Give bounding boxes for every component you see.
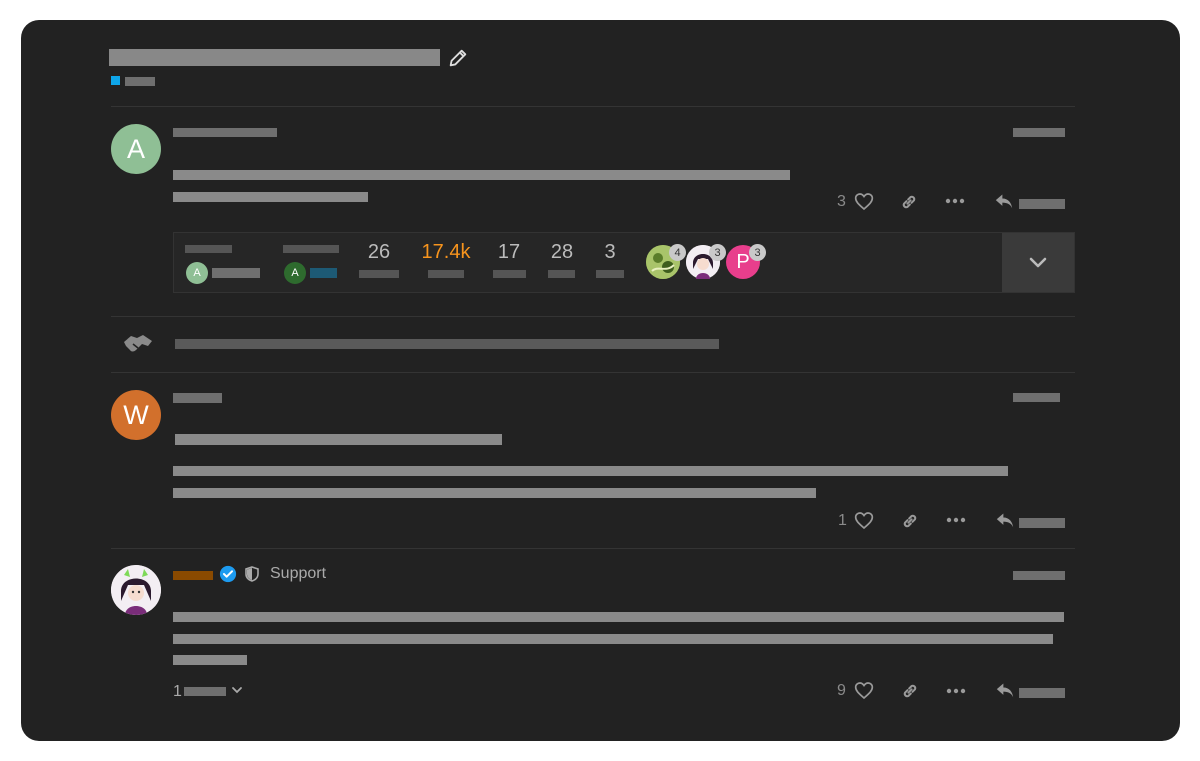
chevron-down-icon[interactable] (231, 686, 243, 695)
header-divider (111, 106, 1075, 107)
post-divider (111, 316, 1075, 317)
post-username[interactable] (173, 128, 277, 137)
chevron-down-icon (1029, 257, 1047, 267)
replies-count[interactable]: 1 (173, 683, 182, 701)
post-date[interactable] (1013, 128, 1065, 137)
like-count[interactable]: 1 (838, 512, 847, 530)
avatar[interactable]: A (111, 124, 161, 174)
post-body-line (173, 655, 247, 665)
links-count: 3 (604, 241, 616, 263)
last-reply-date (310, 268, 337, 278)
more-icon[interactable] (946, 686, 966, 696)
replies-label (359, 270, 399, 278)
post-username[interactable] (173, 393, 222, 403)
category-badge-square[interactable] (111, 76, 120, 85)
avatar-letter: A (126, 133, 145, 164)
post-body-line (173, 612, 1064, 622)
heart-icon[interactable] (854, 681, 874, 700)
post-divider (111, 548, 1075, 549)
post-body-line (173, 466, 1008, 476)
views-count: 17.4k (421, 241, 471, 263)
post-body-line (173, 488, 816, 498)
users-label (493, 270, 526, 278)
post-divider (111, 372, 1075, 373)
post-body-line (175, 434, 502, 445)
post-username[interactable] (173, 571, 213, 580)
like-count[interactable]: 9 (837, 682, 846, 700)
link-icon[interactable] (900, 681, 920, 701)
created-avatar[interactable]: A (186, 262, 208, 284)
avatar-letter: W (123, 399, 149, 430)
topic-title (109, 49, 440, 66)
link-icon[interactable] (899, 192, 919, 212)
reply-icon[interactable] (995, 511, 1015, 529)
like-count[interactable]: 3 (837, 193, 846, 211)
heart-icon[interactable] (854, 192, 874, 211)
link-icon[interactable] (900, 511, 920, 531)
participant-badge: 3 (709, 244, 726, 261)
user-role-label[interactable]: Support (270, 565, 326, 583)
created-label (185, 245, 232, 253)
post-date[interactable] (1013, 571, 1065, 580)
participant-badge: 4 (669, 244, 686, 261)
post-date[interactable] (1013, 393, 1060, 402)
participant-letter: P (736, 250, 750, 273)
reply-label[interactable] (1019, 199, 1065, 209)
category-name[interactable] (125, 77, 155, 86)
small-action-text (175, 339, 719, 349)
verified-badge-icon (219, 565, 237, 583)
post-body-line (173, 192, 368, 202)
handshake-icon (124, 335, 152, 353)
last-reply-avatar-letter: A (291, 267, 299, 279)
participant-badge: 3 (749, 244, 766, 261)
last-reply-avatar[interactable]: A (284, 262, 306, 284)
pencil-icon[interactable] (447, 47, 469, 69)
topic-summary: A A 26 17.4k 17 28 3 4 3 P 3 (173, 232, 1075, 293)
replies-count: 26 (367, 241, 391, 263)
views-label (428, 270, 464, 278)
shield-icon (245, 566, 259, 582)
likes-label (548, 270, 575, 278)
avatar[interactable]: W (111, 390, 161, 440)
created-avatar-letter: A (193, 267, 201, 279)
more-icon[interactable] (946, 515, 966, 525)
expand-summary-button[interactable] (1002, 233, 1074, 292)
reply-icon[interactable] (994, 192, 1014, 210)
post-body-line (173, 170, 790, 180)
last-reply-label (283, 245, 339, 253)
created-date (212, 268, 260, 278)
post-body-line (173, 634, 1053, 644)
avatar[interactable] (111, 565, 161, 615)
users-count: 17 (497, 241, 521, 263)
reply-label[interactable] (1019, 518, 1065, 528)
avatar-image (111, 565, 161, 615)
heart-icon[interactable] (854, 511, 874, 530)
reply-label[interactable] (1019, 688, 1065, 698)
topic-window: A 3 A A 26 17.4k 17 28 3 4 3 P 3 W 1 Sup… (21, 20, 1180, 741)
reply-icon[interactable] (995, 681, 1015, 699)
links-label (596, 270, 624, 278)
more-icon[interactable] (945, 196, 965, 206)
replies-toggle-label[interactable] (184, 687, 226, 696)
